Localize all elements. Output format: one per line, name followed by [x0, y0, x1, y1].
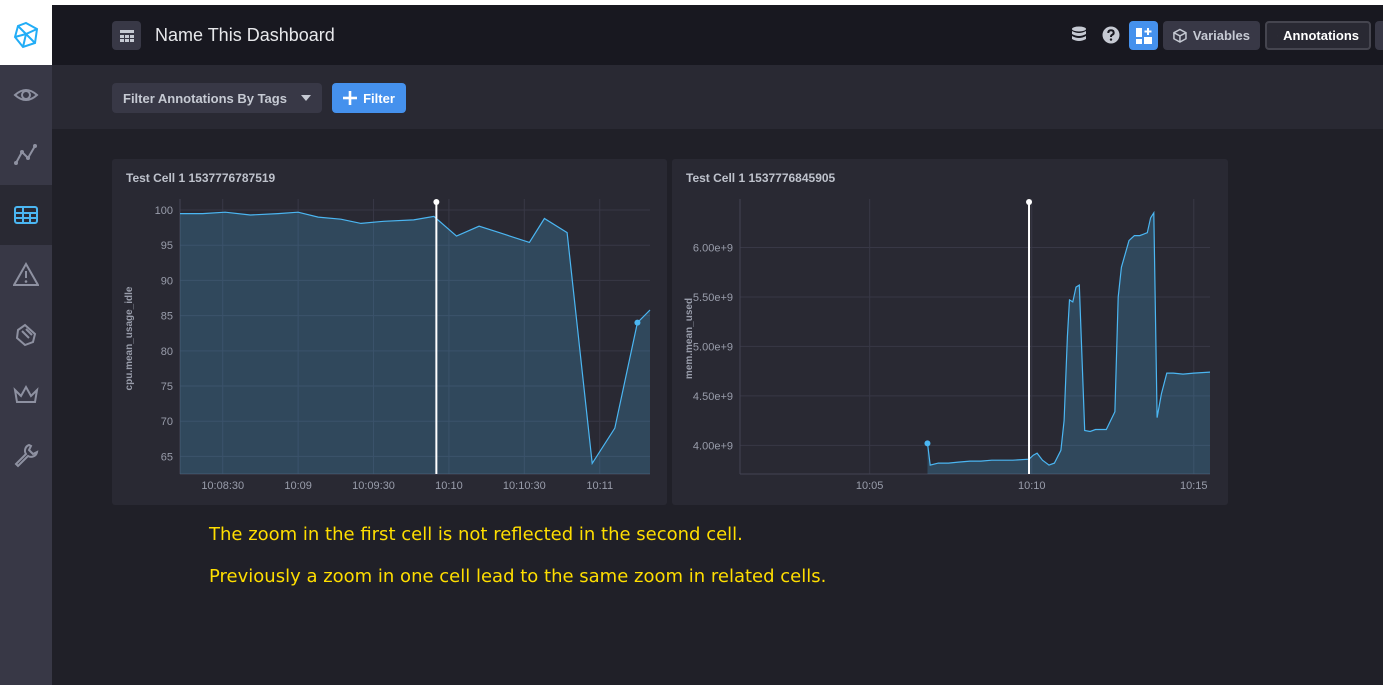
- y-tick-label: 80: [161, 346, 173, 358]
- nav-admin[interactable]: [0, 365, 52, 425]
- variables-button-label: Variables: [1192, 28, 1250, 43]
- alert-icon: [13, 262, 39, 286]
- y-tick-label: 5.50e+9: [693, 292, 733, 304]
- x-tick-label: 10:10: [1018, 480, 1046, 492]
- x-tick-label: 10:10:30: [503, 480, 546, 492]
- plus-icon: [343, 91, 358, 105]
- x-tick-label: 10:05: [856, 480, 884, 492]
- series-point: [924, 440, 931, 447]
- nav-alerting[interactable]: [0, 245, 52, 305]
- overflow-button[interactable]: [1375, 21, 1383, 50]
- y-tick-label: 5.00e+9: [693, 341, 733, 353]
- tag-filter-dropdown[interactable]: Filter Annotations By Tags: [112, 83, 322, 113]
- annotation-marker[interactable]: [433, 199, 440, 205]
- influx-logo-icon[interactable]: [0, 5, 52, 65]
- annotations-button-label: Annotations: [1283, 28, 1359, 43]
- y-tick-label: 70: [161, 416, 173, 428]
- cell-1-graph[interactable]: 100 95 90 85 80 75 70 65 10:08:30 10:09 10:09:30 10…: [112, 159, 667, 505]
- cell-2-graph[interactable]: 6.00e+9 5.50e+9 5.00e+9 4.50e+9 4.00e+9 10:05…: [672, 159, 1228, 505]
- x-tick-label: 10:15: [1180, 480, 1208, 492]
- cube-icon: [1173, 28, 1187, 43]
- nav-dashboards[interactable]: [0, 185, 52, 245]
- dashboard-cell-1[interactable]: Test Cell 1 1537776787519 100 95 90 85 80 75 7…: [112, 159, 667, 505]
- log-icon: [15, 323, 37, 347]
- grid-icon: [119, 29, 134, 42]
- nav-configuration[interactable]: [0, 425, 52, 485]
- add-cell-icon: [1135, 27, 1152, 44]
- x-tick-label: 10:09: [284, 480, 312, 492]
- x-tick-label: 10:10: [435, 480, 463, 492]
- annotations-button[interactable]: Annotations: [1265, 21, 1371, 50]
- variables-button[interactable]: Variables: [1163, 21, 1260, 50]
- y-tick-label: 85: [161, 311, 173, 323]
- y-tick-label: 6.00e+9: [693, 243, 733, 255]
- y-tick-label: 4.00e+9: [693, 440, 733, 452]
- note-line-2: Previously a zoom in one cell lead to th…: [209, 566, 827, 587]
- series-area: [927, 212, 1210, 474]
- note-line-1: The zoom in the first cell is not reflec…: [209, 524, 743, 545]
- x-tick-label: 10:09:30: [352, 480, 395, 492]
- eye-icon: [13, 89, 39, 101]
- series-point: [634, 319, 641, 326]
- page-header: Name This Dashboard Variables Annotation…: [52, 5, 1383, 65]
- tag-filter-label: Filter Annotations By Tags: [123, 90, 287, 106]
- dashboard-cell-2[interactable]: Test Cell 1 1537776845905 6.00e+9 5.50e+9…: [672, 159, 1228, 505]
- nav-data-explorer[interactable]: [0, 125, 52, 185]
- wrench-icon: [14, 443, 39, 468]
- sidebar: [0, 5, 52, 685]
- dashboard-switcher-button[interactable]: [112, 21, 141, 50]
- nav-log-viewer[interactable]: [0, 305, 52, 365]
- nav-host-list[interactable]: [0, 65, 52, 125]
- page-title[interactable]: Name This Dashboard: [155, 25, 335, 46]
- add-cell-button[interactable]: [1129, 21, 1158, 50]
- filter-button-label: Filter: [363, 90, 395, 106]
- y-tick-label: 95: [161, 240, 173, 252]
- database-icon: [1072, 26, 1086, 41]
- database-button[interactable]: [1068, 24, 1090, 46]
- x-tick-label: 10:11: [586, 480, 613, 492]
- graph-icon: [14, 144, 37, 165]
- y-tick-label: 4.50e+9: [693, 391, 733, 403]
- question-icon: [1102, 26, 1120, 44]
- y-tick-label: 100: [155, 205, 173, 217]
- dashboards-icon: [14, 206, 38, 224]
- y-axis-label: mem.mean_used: [684, 298, 695, 379]
- y-tick-label: 75: [161, 381, 173, 393]
- annotation-marker[interactable]: [1026, 199, 1033, 205]
- y-tick-label: 65: [161, 451, 173, 463]
- help-button[interactable]: [1100, 24, 1122, 46]
- caret-down-icon: [301, 95, 311, 101]
- crown-icon: [13, 384, 39, 403]
- annotation-toolbar: Filter Annotations By Tags Filter: [52, 65, 1383, 129]
- x-tick-label: 10:08:30: [201, 480, 244, 492]
- y-tick-label: 90: [161, 275, 173, 287]
- y-axis-label: cpu.mean_usage_idle: [124, 286, 135, 390]
- add-filter-button[interactable]: Filter: [332, 83, 406, 113]
